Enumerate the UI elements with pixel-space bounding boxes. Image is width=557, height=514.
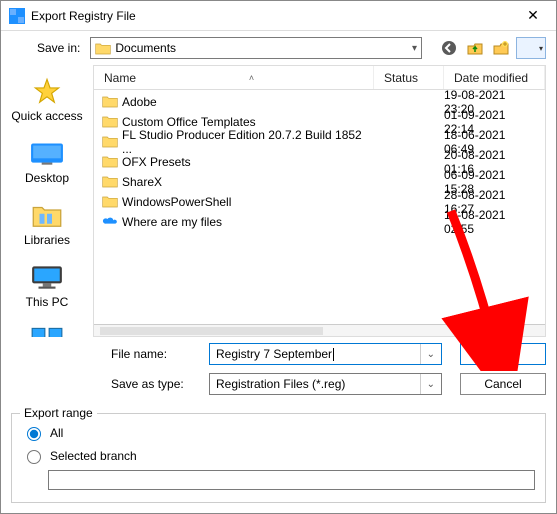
onedrive-icon (102, 214, 118, 231)
places-bar: Quick access Desktop Libraries This PC Netwo… (1, 65, 93, 337)
column-date[interactable]: Date modified (444, 66, 545, 89)
network-icon (1, 323, 93, 337)
file-name: WindowsPowerShell (122, 195, 231, 209)
radio-selected-branch[interactable]: Selected branch (22, 447, 535, 464)
sort-indicator-icon: ˄ (249, 73, 254, 83)
place-network[interactable]: Network (1, 319, 93, 337)
file-name: Where are my files (122, 215, 222, 229)
quick-icon (1, 75, 93, 107)
file-rows[interactable]: Adobe19-08-2021 23:20Custom Office Templ… (94, 90, 545, 324)
selected-branch-input[interactable] (48, 470, 535, 490)
export-registry-dialog: Export Registry File ✕ Save in: Document… (0, 0, 557, 514)
window-title: Export Registry File (31, 9, 510, 23)
close-button[interactable]: ✕ (510, 1, 556, 31)
file-name: Custom Office Templates (122, 115, 256, 129)
filename-area: File name: Registry 7 September ⌄ Save S… (1, 337, 556, 413)
libraries-icon (1, 199, 93, 231)
views-menu[interactable] (516, 37, 546, 59)
filetype-dropdown[interactable]: Registration Files (*.reg) ⌄ (209, 373, 442, 395)
horizontal-scrollbar[interactable] (94, 324, 545, 336)
chevron-down-icon[interactable]: ⌄ (420, 344, 435, 364)
place-label: Desktop (1, 171, 93, 185)
folder-icon (102, 94, 118, 111)
place-desktop[interactable]: Desktop (1, 133, 93, 195)
savein-dropdown[interactable]: Documents ▾ (90, 37, 422, 59)
desktop-icon (1, 137, 93, 169)
regedit-icon (9, 8, 25, 24)
file-list: Name˄ Status Date modified Adobe19-08-20… (93, 65, 546, 337)
filename-input[interactable]: Registry 7 September ⌄ (209, 343, 442, 365)
dialog-body: Quick access Desktop Libraries This PC Netwo… (1, 65, 556, 337)
export-range-group: Export range All Selected branch (11, 413, 546, 503)
filetype-label: Save as type: (111, 377, 201, 391)
chevron-down-icon: ▾ (412, 43, 417, 54)
file-row[interactable]: Where are my files13-08-2021 02:55 (94, 212, 545, 232)
file-date: 13-08-2021 02:55 (444, 208, 545, 236)
savein-value: Documents (115, 41, 412, 55)
up-one-level-button[interactable] (464, 37, 486, 59)
text-caret (333, 348, 334, 361)
savein-row: Save in: Documents ▾ (1, 31, 556, 65)
save-button[interactable]: Save (460, 343, 546, 365)
documents-folder-icon (95, 41, 111, 55)
column-headers: Name˄ Status Date modified (94, 66, 545, 90)
place-label: Quick access (1, 109, 93, 123)
folder-icon (102, 134, 118, 151)
file-name: OFX Presets (122, 155, 191, 169)
place-label: This PC (1, 295, 93, 309)
column-name[interactable]: Name˄ (94, 66, 374, 89)
file-name: Adobe (122, 95, 157, 109)
file-name: ShareX (122, 175, 162, 189)
titlebar: Export Registry File ✕ (1, 1, 556, 31)
radio-all[interactable]: All (22, 424, 535, 441)
chevron-down-icon[interactable]: ⌄ (420, 374, 435, 394)
place-thispc[interactable]: This PC (1, 257, 93, 319)
export-range-legend: Export range (20, 406, 97, 420)
place-quick[interactable]: Quick access (1, 71, 93, 133)
radio-all-input[interactable] (27, 427, 41, 441)
place-libraries[interactable]: Libraries (1, 195, 93, 257)
navigation-toolbar (438, 37, 546, 59)
folder-icon (102, 154, 118, 171)
column-status[interactable]: Status (374, 66, 444, 89)
thispc-icon (1, 261, 93, 293)
file-name: FL Studio Producer Edition 20.7.2 Build … (122, 128, 374, 156)
savein-label: Save in: (37, 41, 80, 55)
radio-selected-input[interactable] (27, 450, 41, 464)
cancel-button[interactable]: Cancel (460, 373, 546, 395)
place-label: Libraries (1, 233, 93, 247)
new-folder-button[interactable] (490, 37, 512, 59)
filename-label: File name: (111, 347, 201, 361)
folder-icon (102, 174, 118, 191)
back-button[interactable] (438, 37, 460, 59)
folder-icon (102, 194, 118, 211)
